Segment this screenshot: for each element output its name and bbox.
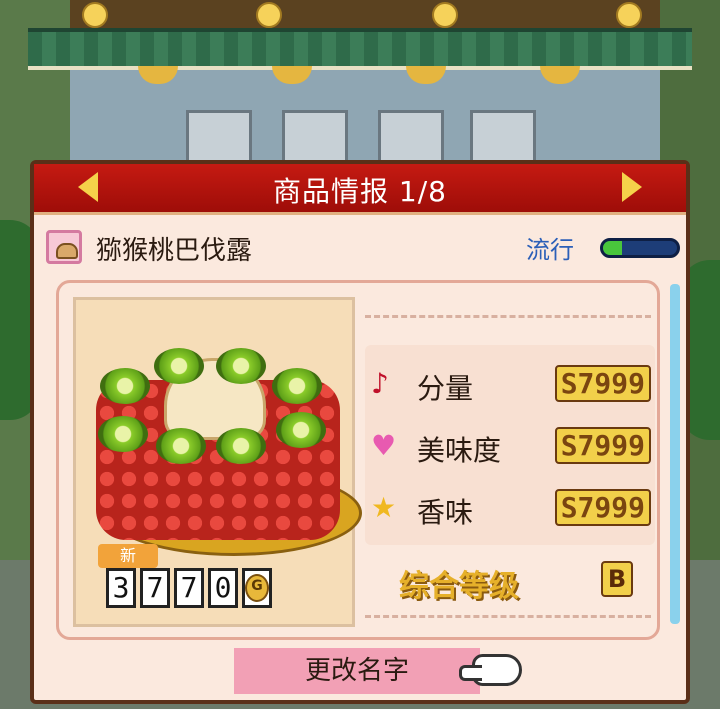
stats-section: ♪ 分量 S7999 ♥ 美味度 S7999 ★ 香味 S7999 综合等级 B bbox=[365, 315, 655, 618]
stat-label: 美味度 bbox=[417, 434, 502, 467]
currency-label: G bbox=[245, 574, 269, 602]
stat-row-quantity: ♪ 分量 S7999 bbox=[365, 359, 655, 409]
kiwi-slice bbox=[216, 348, 266, 384]
display-shelf bbox=[282, 110, 348, 166]
trend-bar bbox=[600, 238, 680, 258]
new-badge: 新 bbox=[98, 544, 158, 568]
kiwi-slice bbox=[156, 428, 206, 464]
kiwi-slice bbox=[276, 412, 326, 448]
bun-icon bbox=[46, 230, 82, 264]
stat-value: S7999 bbox=[554, 365, 651, 402]
trend-bar-fill bbox=[603, 241, 622, 255]
awning bbox=[28, 28, 692, 70]
stat-value: S7999 bbox=[554, 489, 651, 526]
item-image: 新 3 7 7 0 G bbox=[73, 297, 362, 627]
panel-title: 商品情报 1/8 bbox=[273, 175, 447, 208]
title-bar: 商品情报 1/8 bbox=[34, 164, 686, 215]
heart-icon: ♥ bbox=[371, 429, 397, 462]
star-icon: ★ bbox=[371, 491, 397, 524]
stat-label: 分量 bbox=[417, 372, 474, 405]
product-info-panel: 商品情报 1/8 猕猴桃巴伐露 流行 新 3 7 7 0 G ♪ 分量 S799… bbox=[30, 160, 690, 704]
rank-value: B bbox=[601, 561, 633, 597]
price-digit: 7 bbox=[174, 568, 204, 608]
kiwi-slice bbox=[272, 368, 322, 404]
kiwi-slice bbox=[100, 368, 150, 404]
kiwi-slice bbox=[154, 348, 204, 384]
price-digit: 7 bbox=[140, 568, 170, 608]
light-bulb bbox=[432, 2, 458, 28]
display-shelf bbox=[470, 110, 536, 166]
price-digit: 0 bbox=[208, 568, 238, 608]
light-bulb bbox=[256, 2, 282, 28]
stat-label: 香味 bbox=[417, 496, 474, 529]
stat-row-taste: ♥ 美味度 S7999 bbox=[365, 421, 655, 471]
item-detail-area: 新 3 7 7 0 G ♪ 分量 S7999 ♥ 美味度 S7999 ★ 香味 … bbox=[56, 280, 660, 640]
display-shelf bbox=[186, 110, 252, 166]
stat-row-aroma: ★ 香味 S7999 bbox=[365, 483, 655, 533]
divider bbox=[365, 615, 651, 618]
light-bulb bbox=[82, 2, 108, 28]
item-name: 猕猴桃巴伐露 bbox=[96, 236, 253, 266]
next-arrow-icon[interactable] bbox=[622, 172, 642, 202]
divider bbox=[365, 315, 651, 318]
display-shelf bbox=[378, 110, 444, 166]
stats-panel: ♪ 分量 S7999 ♥ 美味度 S7999 ★ 香味 S7999 bbox=[365, 345, 655, 545]
note-icon: ♪ bbox=[371, 367, 389, 400]
rename-button[interactable]: 更改名字 bbox=[234, 648, 480, 694]
scrollbar[interactable] bbox=[670, 284, 680, 624]
trend-label: 流行 bbox=[526, 236, 574, 264]
price-digit: 3 bbox=[106, 568, 136, 608]
kiwi-slice bbox=[216, 428, 266, 464]
price-display: 3 7 7 0 G bbox=[106, 568, 272, 612]
item-header: 猕猴桃巴伐露 流行 bbox=[44, 226, 680, 270]
roof bbox=[0, 0, 720, 28]
stat-value: S7999 bbox=[554, 427, 651, 464]
rank-label: 综合等级 bbox=[399, 569, 519, 604]
light-bulb bbox=[616, 2, 642, 28]
kiwi-slice bbox=[98, 416, 148, 452]
gold-coin-icon: G bbox=[242, 568, 272, 608]
pointing-hand-icon bbox=[459, 654, 522, 686]
